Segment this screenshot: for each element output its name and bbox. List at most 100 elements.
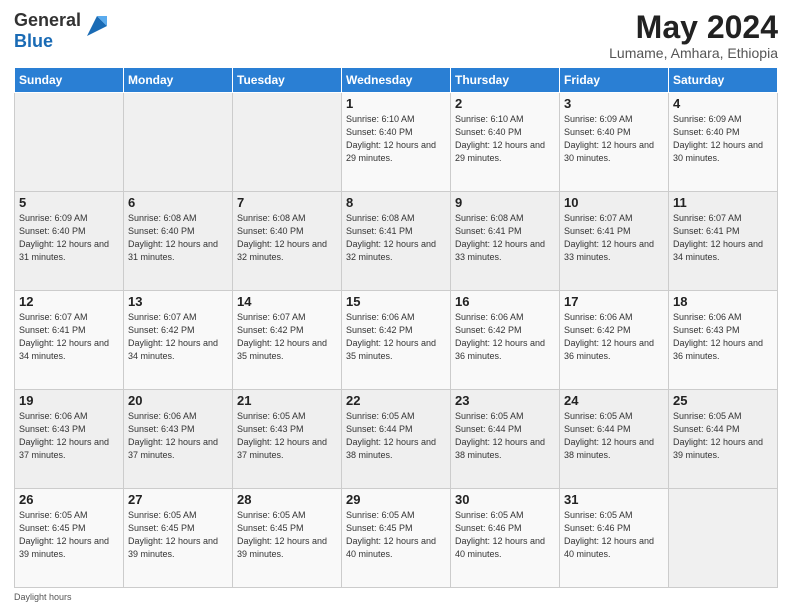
day-info: Sunrise: 6:08 AMSunset: 6:41 PMDaylight:… — [455, 212, 555, 264]
calendar-cell: 1 Sunrise: 6:10 AMSunset: 6:40 PMDaylight… — [342, 93, 451, 192]
calendar-cell: 29Sunrise: 6:05 AMSunset: 6:45 PMDayligh… — [342, 489, 451, 588]
calendar-cell: 16 Sunrise: 6:06 AMSunset: 6:42 PMDayligh… — [451, 291, 560, 390]
day-info: Sunrise: 6:06 AMSunset: 6:43 PMDaylight:… — [673, 311, 773, 363]
calendar-cell: 27 Sunrise: 6:05 AMSunset: 6:45 PMDayligh… — [124, 489, 233, 588]
calendar-cell: 23 Sunrise: 6:05 AMSunset: 6:44 PMDayligh… — [451, 390, 560, 489]
calendar-cell: 3 Sunrise: 6:09 AMSunset: 6:40 PMDaylight… — [560, 93, 669, 192]
day-number: 22 — [346, 393, 446, 408]
calendar-cell: 14 Sunrise: 6:07 AMSunset: 6:42 PMDayligh… — [233, 291, 342, 390]
day-info: Sunrise: 6:06 AMSunset: 6:42 PMDaylight:… — [346, 311, 446, 363]
logo-general: General — [14, 10, 81, 31]
day-number: 27 — [128, 492, 228, 507]
day-number: 8 — [346, 195, 446, 210]
day-number: 3 — [564, 96, 664, 111]
calendar-cell: 28Sunrise: 6:05 AMSunset: 6:45 PMDayligh… — [233, 489, 342, 588]
day-info: Sunrise: 6:07 AMSunset: 6:42 PMDaylight:… — [237, 311, 337, 363]
calendar-cell: 30Sunrise: 6:05 AMSunset: 6:46 PMDayligh… — [451, 489, 560, 588]
day-header-wednesday: Wednesday — [342, 68, 451, 93]
calendar-cell: 12Sunrise: 6:07 AMSunset: 6:41 PMDayligh… — [15, 291, 124, 390]
page: General Blue May 2024 Lumame, Amhara, Et… — [0, 0, 792, 612]
day-number: 24 — [564, 393, 664, 408]
calendar-cell: 24 Sunrise: 6:05 AMSunset: 6:44 PMDayligh… — [560, 390, 669, 489]
header: General Blue May 2024 Lumame, Amhara, Et… — [14, 10, 778, 61]
location: Lumame, Amhara, Ethiopia — [609, 45, 778, 61]
calendar-cell: 22 Sunrise: 6:05 AMSunset: 6:44 PMDayligh… — [342, 390, 451, 489]
calendar-cell: 5 Sunrise: 6:09 AMSunset: 6:40 PMDaylight… — [15, 192, 124, 291]
day-info: Sunrise: 6:05 AMSunset: 6:44 PMDaylight:… — [455, 410, 555, 462]
day-info: Sunrise: 6:05 AMSunset: 6:46 PMDaylight:… — [455, 509, 555, 561]
day-number: 20 — [128, 393, 228, 408]
day-number: 13 — [128, 294, 228, 309]
day-info: Sunrise: 6:05 AMSunset: 6:43 PMDaylight:… — [237, 410, 337, 462]
day-number: 28 — [237, 492, 337, 507]
calendar-cell: 17Sunrise: 6:06 AMSunset: 6:42 PMDayligh… — [560, 291, 669, 390]
day-number: 5 — [19, 195, 119, 210]
logo: General Blue — [14, 10, 111, 51]
day-info: Sunrise: 6:07 AMSunset: 6:42 PMDaylight:… — [128, 311, 228, 363]
week-row-2: 5 Sunrise: 6:09 AMSunset: 6:40 PMDaylight… — [15, 192, 778, 291]
day-info: Sunrise: 6:05 AMSunset: 6:45 PMDaylight:… — [128, 509, 228, 561]
day-number: 1 — [346, 96, 446, 111]
day-info: Sunrise: 6:05 AMSunset: 6:44 PMDaylight:… — [564, 410, 664, 462]
day-number: 16 — [455, 294, 555, 309]
logo-icon — [83, 12, 111, 40]
logo-blue: Blue — [14, 31, 81, 52]
day-info: Sunrise: 6:08 AMSunset: 6:40 PMDaylight:… — [237, 212, 337, 264]
calendar-table: SundayMondayTuesdayWednesdayThursdayFrid… — [14, 67, 778, 588]
calendar-cell: 31 Sunrise: 6:05 AMSunset: 6:46 PMDayligh… — [560, 489, 669, 588]
calendar-cell: 25 Sunrise: 6:05 AMSunset: 6:44 PMDayligh… — [669, 390, 778, 489]
calendar-cell: 11 Sunrise: 6:07 AMSunset: 6:41 PMDayligh… — [669, 192, 778, 291]
day-number: 11 — [673, 195, 773, 210]
day-info: Sunrise: 6:09 AMSunset: 6:40 PMDaylight:… — [564, 113, 664, 165]
day-info: Sunrise: 6:08 AMSunset: 6:41 PMDaylight:… — [346, 212, 446, 264]
calendar-cell: 21 Sunrise: 6:05 AMSunset: 6:43 PMDayligh… — [233, 390, 342, 489]
day-number: 19 — [19, 393, 119, 408]
day-number: 15 — [346, 294, 446, 309]
day-info: Sunrise: 6:10 AMSunset: 6:40 PMDaylight:… — [346, 113, 446, 165]
calendar-cell — [15, 93, 124, 192]
calendar-cell: 18Sunrise: 6:06 AMSunset: 6:43 PMDayligh… — [669, 291, 778, 390]
calendar-cell: 26Sunrise: 6:05 AMSunset: 6:45 PMDayligh… — [15, 489, 124, 588]
day-number: 4 — [673, 96, 773, 111]
day-info: Sunrise: 6:09 AMSunset: 6:40 PMDaylight:… — [19, 212, 119, 264]
day-number: 21 — [237, 393, 337, 408]
week-row-1: 1 Sunrise: 6:10 AMSunset: 6:40 PMDaylight… — [15, 93, 778, 192]
day-info: Sunrise: 6:07 AMSunset: 6:41 PMDaylight:… — [673, 212, 773, 264]
day-number: 9 — [455, 195, 555, 210]
day-info: Sunrise: 6:06 AMSunset: 6:42 PMDaylight:… — [455, 311, 555, 363]
week-row-5: 26Sunrise: 6:05 AMSunset: 6:45 PMDayligh… — [15, 489, 778, 588]
day-header-tuesday: Tuesday — [233, 68, 342, 93]
day-number: 23 — [455, 393, 555, 408]
day-info: Sunrise: 6:06 AMSunset: 6:43 PMDaylight:… — [128, 410, 228, 462]
calendar-cell: 13 Sunrise: 6:07 AMSunset: 6:42 PMDayligh… — [124, 291, 233, 390]
day-number: 31 — [564, 492, 664, 507]
day-header-sunday: Sunday — [15, 68, 124, 93]
month-year: May 2024 — [609, 10, 778, 45]
day-number: 25 — [673, 393, 773, 408]
calendar-cell — [124, 93, 233, 192]
day-info: Sunrise: 6:05 AMSunset: 6:44 PMDaylight:… — [346, 410, 446, 462]
calendar-cell: 7Sunrise: 6:08 AMSunset: 6:40 PMDaylight… — [233, 192, 342, 291]
calendar-cell: 2Sunrise: 6:10 AMSunset: 6:40 PMDaylight… — [451, 93, 560, 192]
calendar-header-row: SundayMondayTuesdayWednesdayThursdayFrid… — [15, 68, 778, 93]
day-number: 29 — [346, 492, 446, 507]
footer: Daylight hours — [14, 592, 778, 602]
day-info: Sunrise: 6:07 AMSunset: 6:41 PMDaylight:… — [19, 311, 119, 363]
day-info: Sunrise: 6:05 AMSunset: 6:44 PMDaylight:… — [673, 410, 773, 462]
week-row-3: 12Sunrise: 6:07 AMSunset: 6:41 PMDayligh… — [15, 291, 778, 390]
calendar-cell: 8 Sunrise: 6:08 AMSunset: 6:41 PMDaylight… — [342, 192, 451, 291]
week-row-4: 19 Sunrise: 6:06 AMSunset: 6:43 PMDayligh… — [15, 390, 778, 489]
calendar-cell: 20 Sunrise: 6:06 AMSunset: 6:43 PMDayligh… — [124, 390, 233, 489]
calendar-cell: 10Sunrise: 6:07 AMSunset: 6:41 PMDayligh… — [560, 192, 669, 291]
calendar-cell: 9 Sunrise: 6:08 AMSunset: 6:41 PMDaylight… — [451, 192, 560, 291]
calendar-cell: 6Sunrise: 6:08 AMSunset: 6:40 PMDaylight… — [124, 192, 233, 291]
day-number: 14 — [237, 294, 337, 309]
day-info: Sunrise: 6:10 AMSunset: 6:40 PMDaylight:… — [455, 113, 555, 165]
calendar-cell: 15 Sunrise: 6:06 AMSunset: 6:42 PMDayligh… — [342, 291, 451, 390]
day-info: Sunrise: 6:06 AMSunset: 6:42 PMDaylight:… — [564, 311, 664, 363]
day-number: 10 — [564, 195, 664, 210]
day-info: Sunrise: 6:05 AMSunset: 6:46 PMDaylight:… — [564, 509, 664, 561]
daylight-label: Daylight hours — [14, 592, 72, 602]
calendar-cell: 19Sunrise: 6:06 AMSunset: 6:43 PMDayligh… — [15, 390, 124, 489]
day-header-saturday: Saturday — [669, 68, 778, 93]
